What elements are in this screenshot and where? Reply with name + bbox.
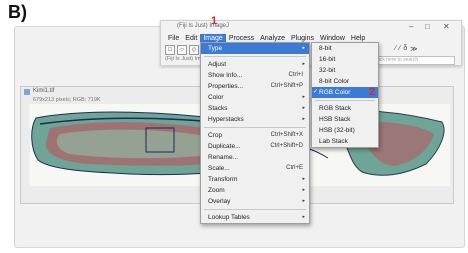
- window-title: (Fiji Is Just) ImageJ: [177, 23, 230, 29]
- image-menu-item-hyperstacks[interactable]: Hyperstacks ▸: [201, 114, 309, 125]
- submenu-arrow-icon: ▸: [302, 176, 305, 182]
- image-menu-item-label: Rename...: [208, 154, 238, 161]
- search-input[interactable]: Click here to search: [371, 56, 455, 65]
- image-menu-item-label: Scale...: [208, 165, 230, 172]
- submenu-arrow-icon: ▸: [302, 45, 305, 51]
- close-icon[interactable]: ✕: [443, 22, 450, 31]
- image-menu-item-label: Properties...: [208, 83, 244, 90]
- image-menu-item-lookup-tables[interactable]: Lookup Tables ▸: [201, 212, 309, 223]
- panel-label: B): [8, 2, 27, 22]
- image-menu-item-scale[interactable]: Scale... Ctrl+E: [201, 163, 309, 174]
- type-submenu-item-8-bit[interactable]: 8-bit: [312, 43, 378, 54]
- type-submenu-item-rgb-stack[interactable]: RGB Stack: [312, 103, 378, 114]
- image-menu-item-type[interactable]: Type ▸: [201, 43, 309, 54]
- type-submenu-item-label: HSB (32-bit): [319, 127, 355, 134]
- type-submenu-item-lab-stack[interactable]: Lab Stack: [312, 136, 378, 147]
- image-menu-item-shortcut: Ctrl+Shift+X: [270, 132, 303, 138]
- type-submenu-item-label: RGB Color: [319, 89, 351, 96]
- image-window-title: Kimi1.tif: [33, 88, 55, 94]
- image-menu-item-stacks[interactable]: Stacks ▸: [201, 103, 309, 114]
- rectangle-tool-icon[interactable]: □: [165, 45, 175, 55]
- polygon-tool-icon[interactable]: ◇: [189, 45, 199, 55]
- image-menu-item-label: Overlay: [208, 198, 231, 205]
- brush-tool-icon[interactable]: ∕: [399, 45, 400, 53]
- type-submenu-item-label: Lab Stack: [319, 138, 348, 145]
- image-menu-item-duplicate[interactable]: Duplicate... Ctrl+Shift+D: [201, 141, 309, 152]
- image-menu-item-label: Hyperstacks: [208, 116, 244, 123]
- image-menu-item-shortcut: Ctrl+Shift+P: [270, 83, 303, 89]
- image-menu-item-zoom[interactable]: Zoom ▸: [201, 185, 309, 196]
- image-menu-item-label: Transform: [208, 176, 238, 183]
- more-tools-icon[interactable]: ≫: [410, 45, 417, 53]
- image-menu-item-color[interactable]: Color ▸: [201, 92, 309, 103]
- submenu-arrow-icon: ▸: [302, 94, 305, 100]
- image-menu-item-shortcut: Ctrl+I: [288, 72, 303, 78]
- image-menu-item-transform[interactable]: Transform ▸: [201, 174, 309, 185]
- type-submenu-item-label: HSB Stack: [319, 116, 351, 123]
- submenu-arrow-icon: ▸: [302, 116, 305, 122]
- image-menu-item-show-info[interactable]: Show Info... Ctrl+I: [201, 70, 309, 81]
- step-marker-2: 2: [369, 86, 376, 98]
- image-menu-separator: [204, 127, 306, 128]
- image-menu-item-label: Zoom: [208, 187, 225, 194]
- type-submenu-item-label: 8-bit: [319, 45, 332, 52]
- menu-edit[interactable]: Edit: [182, 34, 200, 44]
- type-submenu-item-label: 8-bit Color: [319, 78, 349, 85]
- image-menu: Type ▸ Adjust ▸ Show Info... Ctrl+I Properties…: [200, 42, 310, 224]
- pencil-tool-icon[interactable]: ∕: [395, 45, 396, 53]
- type-submenu-item-label: RGB Stack: [319, 105, 352, 112]
- image-menu-item-shortcut: Ctrl+E: [286, 165, 303, 171]
- minimize-icon[interactable]: –: [409, 22, 413, 31]
- type-submenu-item-hsb-stack[interactable]: HSB Stack: [312, 114, 378, 125]
- image-menu-item-label: Show Info...: [208, 72, 243, 79]
- type-submenu-item-hsb-32-bit[interactable]: HSB (32-bit): [312, 125, 378, 136]
- image-menu-item-crop[interactable]: Crop Ctrl+Shift+X: [201, 130, 309, 141]
- image-menu-item-properties[interactable]: Properties... Ctrl+Shift+P: [201, 81, 309, 92]
- image-menu-item-label: Crop: [208, 132, 223, 139]
- type-submenu-item-32-bit[interactable]: 32-bit: [312, 65, 378, 76]
- submenu-arrow-icon: ▸: [302, 187, 305, 193]
- submenu-arrow-icon: ▸: [302, 198, 305, 204]
- image-menu-separator: [204, 209, 306, 210]
- submenu-arrow-icon: ▸: [302, 214, 305, 220]
- image-menu-item-adjust[interactable]: Adjust ▸: [201, 59, 309, 70]
- image-menu-item-label: Type: [208, 45, 223, 52]
- checkmark-icon: ✓: [313, 89, 319, 95]
- image-menu-separator: [204, 56, 306, 57]
- type-submenu-item-label: 32-bit: [319, 67, 336, 74]
- dropper-tool-icon[interactable]: δ: [403, 45, 407, 53]
- toolbar-right: ∕ ∕ δ ≫: [395, 45, 418, 53]
- submenu-arrow-icon: ▸: [302, 105, 305, 111]
- menu-file[interactable]: File: [165, 34, 182, 44]
- step-marker-1: 1: [211, 15, 218, 27]
- oval-tool-icon[interactable]: ○: [177, 45, 187, 55]
- image-menu-item-label: Duplicate...: [208, 143, 241, 150]
- type-submenu-item-16-bit[interactable]: 16-bit: [312, 54, 378, 65]
- image-window-info: 679x213 pixels; RGB; 719K: [33, 97, 101, 103]
- image-menu-item-rename[interactable]: Rename...: [201, 152, 309, 163]
- maximize-icon[interactable]: □: [425, 22, 430, 31]
- submenu-arrow-icon: ▸: [302, 61, 305, 67]
- image-menu-item-label: Lookup Tables: [208, 214, 250, 221]
- type-submenu-item-label: 16-bit: [319, 56, 336, 63]
- image-menu-item-overlay[interactable]: Overlay ▸: [201, 196, 309, 207]
- image-window-icon: [24, 89, 30, 95]
- image-menu-item-label: Adjust: [208, 61, 227, 68]
- image-menu-item-label: Stacks: [208, 105, 228, 112]
- image-menu-item-shortcut: Ctrl+Shift+D: [270, 143, 303, 149]
- toolbar: □ ○ ◇: [165, 45, 199, 55]
- type-submenu-separator: [315, 100, 375, 101]
- image-menu-item-label: Color: [208, 94, 224, 101]
